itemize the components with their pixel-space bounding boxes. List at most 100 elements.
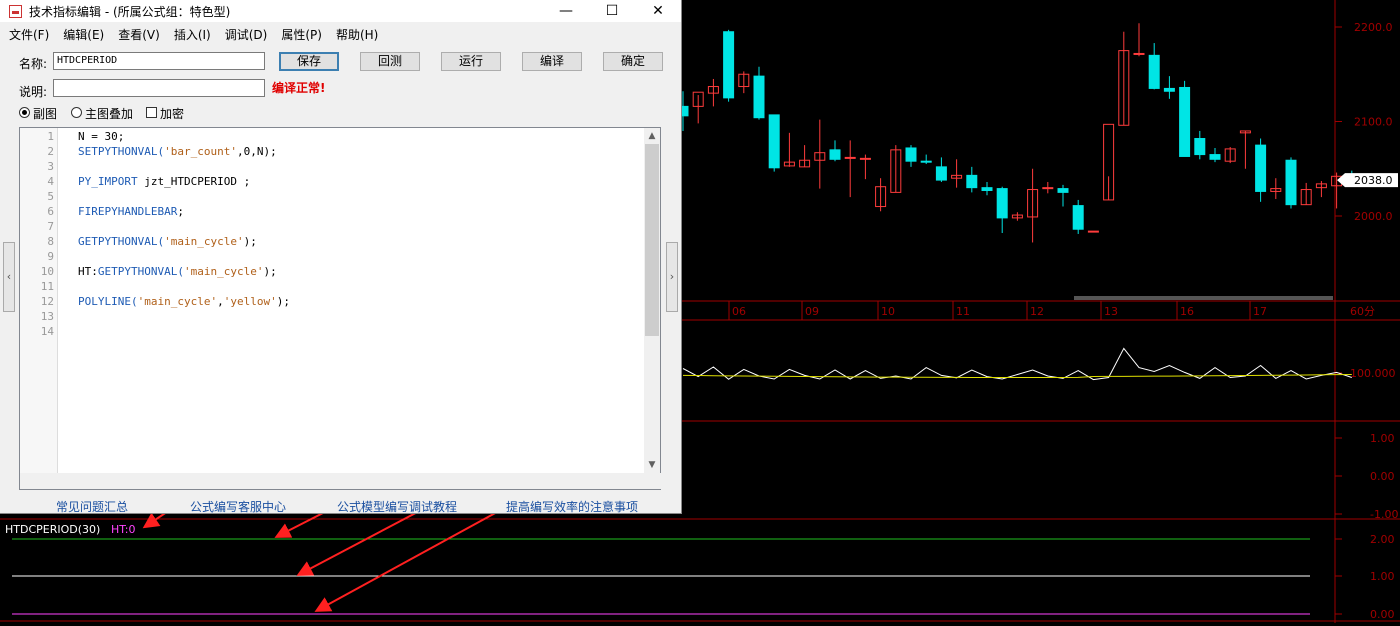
candle-body	[966, 174, 978, 189]
candle-body	[1255, 144, 1267, 192]
line-number: 1	[47, 130, 54, 143]
candle-body	[905, 147, 917, 162]
collapse-right-button[interactable]: ›	[666, 242, 678, 312]
chart-scroll-bar	[1074, 296, 1333, 300]
code-line[interactable]: N = 30;	[78, 129, 124, 144]
collapse-left-button[interactable]: ‹	[3, 242, 15, 312]
code-token: );	[243, 235, 257, 248]
overlay-label: 主图叠加	[85, 107, 134, 121]
candle-body	[859, 157, 871, 160]
sub2-tick-label: -1.00	[1370, 508, 1398, 521]
menu-file[interactable]: 文件(F)	[2, 26, 56, 43]
description-field[interactable]	[53, 79, 265, 97]
candle-body	[1042, 187, 1054, 190]
candle-body	[753, 75, 765, 119]
date-tick-label: 17	[1253, 305, 1267, 318]
date-tick-label: 12	[1030, 305, 1044, 318]
line-number: 14	[40, 325, 54, 338]
indicator-value: HT:0	[111, 523, 136, 536]
sub2-tick-label: 0.00	[1370, 470, 1395, 483]
candle-body	[920, 160, 932, 163]
price-tick-label: 2100.0	[1354, 116, 1393, 129]
current-price-label: 2038.0	[1354, 174, 1393, 187]
run-button[interactable]: 运行	[441, 52, 501, 71]
service-center-link[interactable]: 公式编写客服中心	[190, 498, 286, 515]
window-title: 技术指标编辑 - (所属公式组：特色型)	[29, 4, 231, 19]
candle-body	[935, 166, 947, 181]
code-token: ;	[177, 205, 184, 218]
code-line[interactable]: HT:GETPYTHONVAL('main_cycle');	[78, 264, 277, 279]
sub1-tick-label: 100.000	[1350, 367, 1396, 380]
axis-labels: 2200.0 2100.0 2000.0 2038.0 06 09 10 11 12 13 16 17…	[732, 21, 1398, 621]
line-number: 9	[47, 250, 54, 263]
line-number: 6	[47, 205, 54, 218]
compile-status: 编译正常!	[272, 81, 326, 95]
line-number: 3	[47, 160, 54, 173]
indicator-tick-label: 0.00	[1370, 608, 1395, 621]
encrypt-label: 加密	[160, 107, 185, 121]
name-field[interactable]: HTDCPERIOD	[53, 52, 265, 70]
code-editor[interactable]: 1 2 3 4 5 6 7 8 9 10 11 12 13 14 N = 30; SETPYTHONVAL(…	[19, 127, 662, 490]
candle-body	[844, 156, 856, 159]
menu-help[interactable]: 帮助(H)	[329, 26, 385, 43]
title-bar[interactable]: 技术指标编辑 - (所属公式组：特色型) — ☐ ✕	[0, 0, 681, 22]
menu-insert[interactable]: 插入(I)	[167, 26, 218, 43]
indicator-editor-window[interactable]: 技术指标编辑 - (所属公式组：特色型) — ☐ ✕ 文件(F) 编辑(E) 查…	[0, 0, 682, 514]
menu-edit[interactable]: 编辑(E)	[56, 26, 111, 43]
indicator-tick-label: 2.00	[1370, 533, 1395, 546]
vertical-scrollbar[interactable]: ▲ ▼	[644, 128, 660, 473]
name-label: 名称:	[19, 57, 48, 71]
faq-link[interactable]: 常见问题汇总	[56, 498, 128, 515]
line-number: 12	[40, 295, 54, 308]
ok-button[interactable]: 确定	[603, 52, 663, 71]
indicator-tick-label: 1.00	[1370, 570, 1395, 583]
code-token: N = 30;	[78, 130, 125, 143]
oscillator-line	[682, 347, 1352, 381]
menu-bar: 文件(F) 编辑(E) 查看(V) 插入(I) 调试(D) 属性(P) 帮助(H…	[0, 22, 681, 46]
code-token: HT:	[78, 265, 98, 278]
menu-view[interactable]: 查看(V)	[111, 26, 167, 43]
code-line[interactable]: POLYLINE('main_cycle','yellow');	[78, 294, 290, 309]
line-number: 11	[40, 280, 54, 293]
code-line[interactable]: SETPYTHONVAL('bar_count',0,N);	[78, 144, 277, 159]
menu-debug[interactable]: 调试(D)	[218, 26, 275, 43]
tutorial-link[interactable]: 公式模型编写调试教程	[337, 498, 457, 515]
candle-body	[1209, 154, 1221, 160]
code-token: GETPYTHONVAL(	[97, 265, 184, 278]
candle-body	[981, 187, 993, 191]
save-button[interactable]: 保存	[279, 52, 339, 71]
subchart-label: 副图	[33, 107, 58, 121]
candle-body	[1072, 205, 1084, 230]
scroll-up-icon[interactable]: ▲	[644, 128, 660, 144]
compile-button[interactable]: 编译	[522, 52, 582, 71]
line-number: 8	[47, 235, 54, 248]
menu-properties[interactable]: 属性(P)	[274, 26, 329, 43]
backtest-button[interactable]: 回测	[360, 52, 420, 71]
code-token: );	[263, 265, 277, 278]
overlay-radio[interactable]	[71, 107, 82, 118]
encrypt-checkbox[interactable]	[146, 107, 157, 118]
candle-body	[1087, 230, 1099, 233]
code-line[interactable]: PY_IMPORT jzt_HTDCPERIOD ;	[78, 174, 250, 189]
scroll-thumb[interactable]	[645, 144, 659, 336]
code-line[interactable]: GETPYTHONVAL('main_cycle');	[78, 234, 257, 249]
code-token: 'main_cycle'	[164, 235, 244, 248]
maximize-button[interactable]: ☐	[589, 0, 635, 22]
scroll-down-icon[interactable]: ▼	[644, 457, 660, 473]
candle-body	[1057, 188, 1069, 193]
line-number: 7	[47, 220, 54, 233]
minimize-button[interactable]: —	[543, 0, 589, 22]
indicator-name: HTDCPERIOD(30)	[5, 523, 100, 536]
horizontal-scrollbar[interactable]	[20, 473, 662, 489]
subchart-radio[interactable]	[19, 107, 30, 118]
code-token: ,0,N);	[236, 145, 277, 158]
close-button[interactable]: ✕	[635, 0, 681, 22]
efficiency-tips-link[interactable]: 提高编写效率的注意事项	[506, 498, 638, 515]
code-token: FIREPYHANDLEBAR	[78, 205, 178, 218]
date-tick-label: 10	[881, 305, 895, 318]
price-tick-label: 2200.0	[1354, 21, 1393, 34]
candle-body	[768, 114, 780, 169]
candle-body	[1133, 52, 1145, 55]
sub2-tick-label: 1.00	[1370, 432, 1395, 445]
code-line[interactable]: FIREPYHANDLEBAR;	[78, 204, 184, 219]
